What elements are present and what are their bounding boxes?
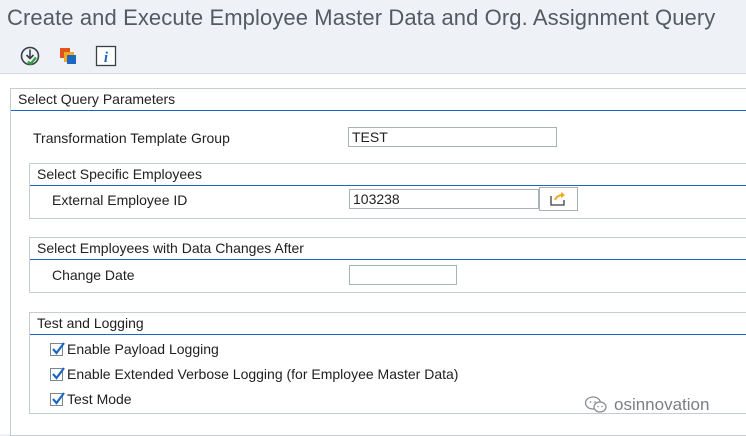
payload-logging-checkbox[interactable]: [50, 341, 65, 356]
data-changes-title: Select Employees with Data Changes After: [30, 238, 746, 260]
watermark: osinnovation: [584, 393, 709, 417]
payload-logging-label: Enable Payload Logging: [67, 341, 219, 357]
specific-employees-group: Select Specific Employees External Emplo…: [29, 163, 746, 219]
template-group-input[interactable]: [348, 127, 557, 147]
test-mode-option[interactable]: Test Mode: [50, 389, 132, 409]
verbose-logging-label: Enable Extended Verbose Logging (for Emp…: [67, 366, 459, 382]
checkmark-icon: [52, 366, 65, 380]
execute-button[interactable]: [18, 44, 42, 68]
variants-button[interactable]: [56, 44, 80, 68]
multiple-selection-button[interactable]: [539, 187, 578, 211]
specific-employees-title: Select Specific Employees: [30, 164, 746, 186]
query-parameters-group: Select Query Parameters Transformation T…: [10, 88, 746, 436]
test-mode-checkbox[interactable]: [50, 391, 65, 406]
multiple-selection-icon: [549, 192, 565, 206]
query-parameters-title: Select Query Parameters: [11, 89, 746, 111]
variants-icon: [60, 48, 76, 64]
wechat-icon: [584, 396, 607, 413]
main-content: Select Query Parameters Transformation T…: [0, 74, 746, 436]
data-changes-group: Select Employees with Data Changes After…: [29, 237, 746, 293]
info-button[interactable]: i: [94, 44, 118, 68]
title-bar: Create and Execute Employee Master Data …: [0, 0, 746, 38]
test-mode-label: Test Mode: [67, 391, 132, 407]
employee-id-label: External Employee ID: [52, 192, 188, 208]
verbose-logging-option[interactable]: Enable Extended Verbose Logging (for Emp…: [50, 364, 458, 384]
verbose-logging-checkbox[interactable]: [50, 366, 65, 381]
toolbar: i: [0, 38, 746, 74]
checkmark-icon: [52, 391, 65, 405]
page-title: Create and Execute Employee Master Data …: [7, 5, 716, 30]
employee-id-input[interactable]: [349, 189, 539, 209]
change-date-label: Change Date: [52, 267, 135, 283]
change-date-input[interactable]: [349, 265, 457, 285]
template-group-label: Transformation Template Group: [33, 130, 230, 146]
checkmark-icon: [52, 341, 65, 355]
payload-logging-option[interactable]: Enable Payload Logging: [50, 339, 219, 359]
test-logging-title: Test and Logging: [30, 313, 746, 335]
info-icon: i: [95, 45, 117, 67]
execute-icon: [20, 46, 40, 66]
watermark-text: osinnovation: [614, 395, 710, 414]
